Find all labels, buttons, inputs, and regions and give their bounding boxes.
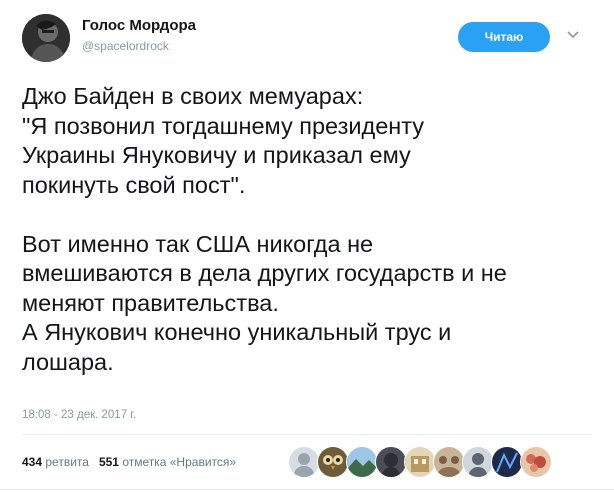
liker-avatar[interactable] [462, 446, 494, 478]
author-name[interactable]: Голос Мордора [82, 17, 196, 34]
author-handle[interactable]: @spacelordrock [82, 39, 169, 53]
liker-avatar[interactable] [491, 446, 523, 478]
likes-label: отметка «Нравится» [122, 455, 237, 469]
tweet-stats: 434 ретвита 551 отметка «Нравится» [22, 455, 236, 469]
likes-stat[interactable]: 551 отметка «Нравится» [99, 455, 236, 469]
chevron-down-icon[interactable] [566, 28, 580, 42]
liker-avatar[interactable] [375, 446, 407, 478]
tweet-timestamp[interactable]: 18:08 - 23 дек. 2017 г. [22, 409, 136, 421]
liker-avatar[interactable] [433, 446, 465, 478]
liker-avatar[interactable] [346, 446, 378, 478]
liker-avatar[interactable] [404, 446, 436, 478]
liker-avatar[interactable] [317, 446, 349, 478]
tweet-text: Джо Байден в своих мемуарах: "Я позвонил… [22, 83, 507, 375]
divider [0, 489, 614, 490]
liker-avatar[interactable] [520, 446, 552, 478]
retweets-count: 434 [22, 455, 43, 469]
divider [22, 434, 592, 435]
author-avatar[interactable] [22, 14, 70, 62]
follow-button[interactable]: Читаю [458, 22, 550, 52]
tweet-card: Голос Мордора @spacelordrock Читаю Джо Б… [0, 0, 614, 492]
retweets-label: ретвита [45, 455, 89, 469]
liker-avatar[interactable] [288, 446, 320, 478]
likes-count: 551 [98, 455, 119, 469]
retweets-stat[interactable]: 434 ретвита [22, 455, 89, 469]
